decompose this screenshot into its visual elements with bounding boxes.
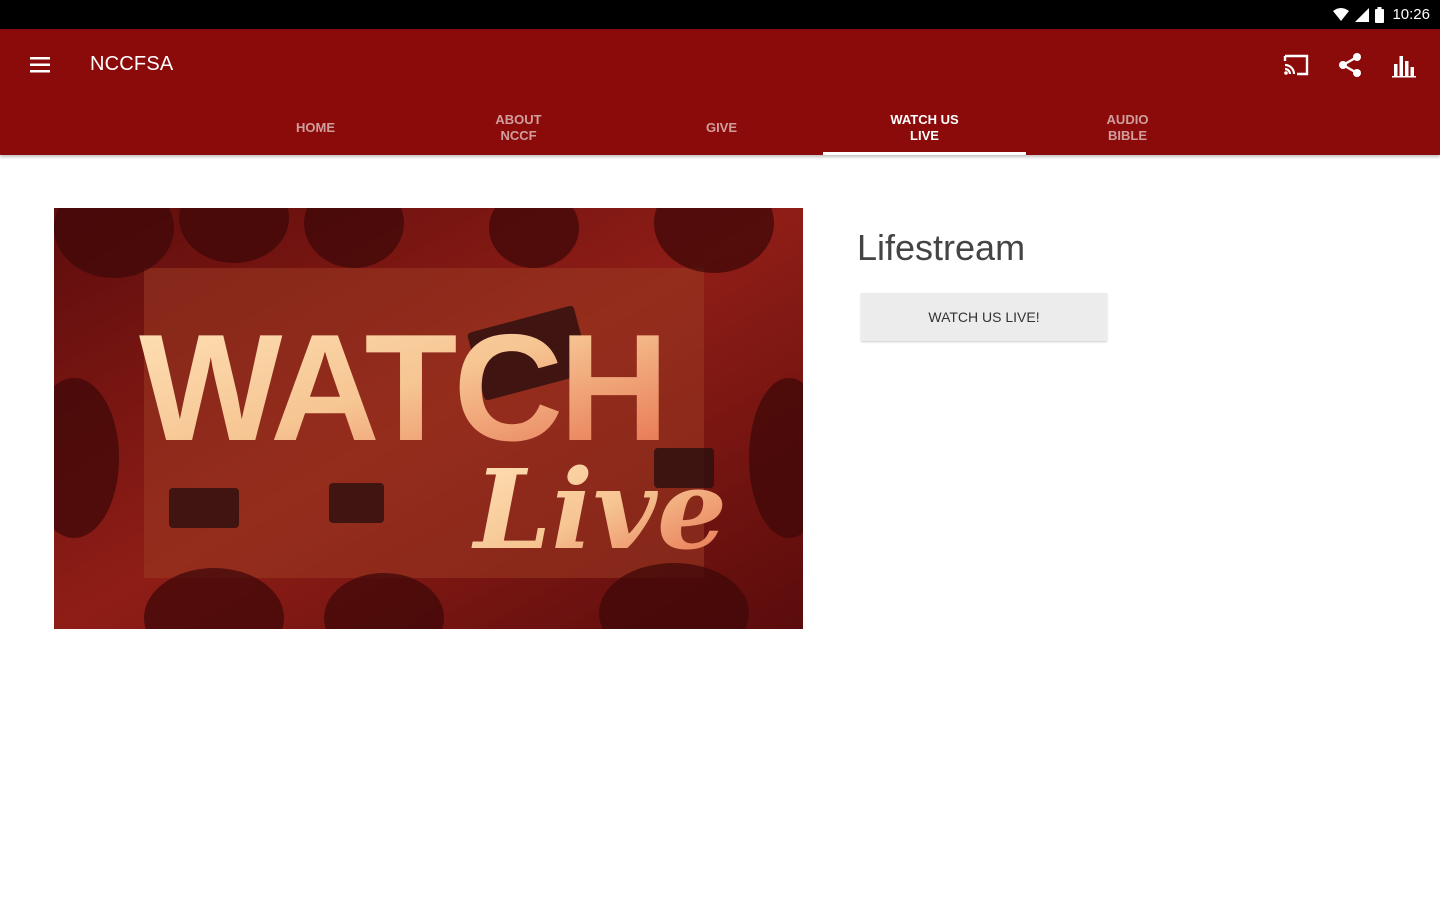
tab-label: ABOUT NCCF [495, 112, 542, 143]
app-title: NCCFSA [90, 53, 174, 75]
menu-icon[interactable] [28, 53, 54, 77]
clock: 10:26 [1392, 6, 1430, 23]
tab-about-nccf[interactable]: ABOUT NCCF [417, 101, 620, 155]
tab-label: WATCH US LIVE [890, 112, 959, 143]
tab-home[interactable]: HOME [214, 101, 417, 155]
watch-us-live-button[interactable]: WATCH US LIVE! [861, 293, 1107, 341]
tab-label: HOME [296, 120, 335, 135]
banner-script: Live [471, 445, 727, 574]
status-icons [1333, 6, 1385, 23]
share-icon[interactable] [1334, 49, 1366, 81]
tab-watch-us-live[interactable]: WATCH US LIVE [823, 101, 1026, 155]
tab-give[interactable]: GIVE [620, 101, 823, 155]
app-bar: NCCFSA HOME ABOUT NCCF GIVE WATCH US LIV… [0, 29, 1440, 155]
tab-audio-bible[interactable]: AUDIO BIBLE [1026, 101, 1229, 155]
section-title: Lifestream [857, 227, 1026, 269]
tab-bar: HOME ABOUT NCCF GIVE WATCH US LIVE AUDIO… [214, 101, 1229, 155]
status-bar: 10:26 [0, 0, 1440, 29]
wifi-icon [1333, 7, 1350, 22]
bar-chart-icon[interactable] [1388, 49, 1420, 81]
tab-label: GIVE [705, 120, 738, 135]
watch-live-banner-image: WATCH Live [54, 208, 803, 629]
tab-label: AUDIO BIBLE [1106, 112, 1149, 143]
battery-icon [1375, 6, 1385, 23]
cast-icon[interactable] [1280, 49, 1312, 81]
signal-icon [1355, 7, 1370, 22]
